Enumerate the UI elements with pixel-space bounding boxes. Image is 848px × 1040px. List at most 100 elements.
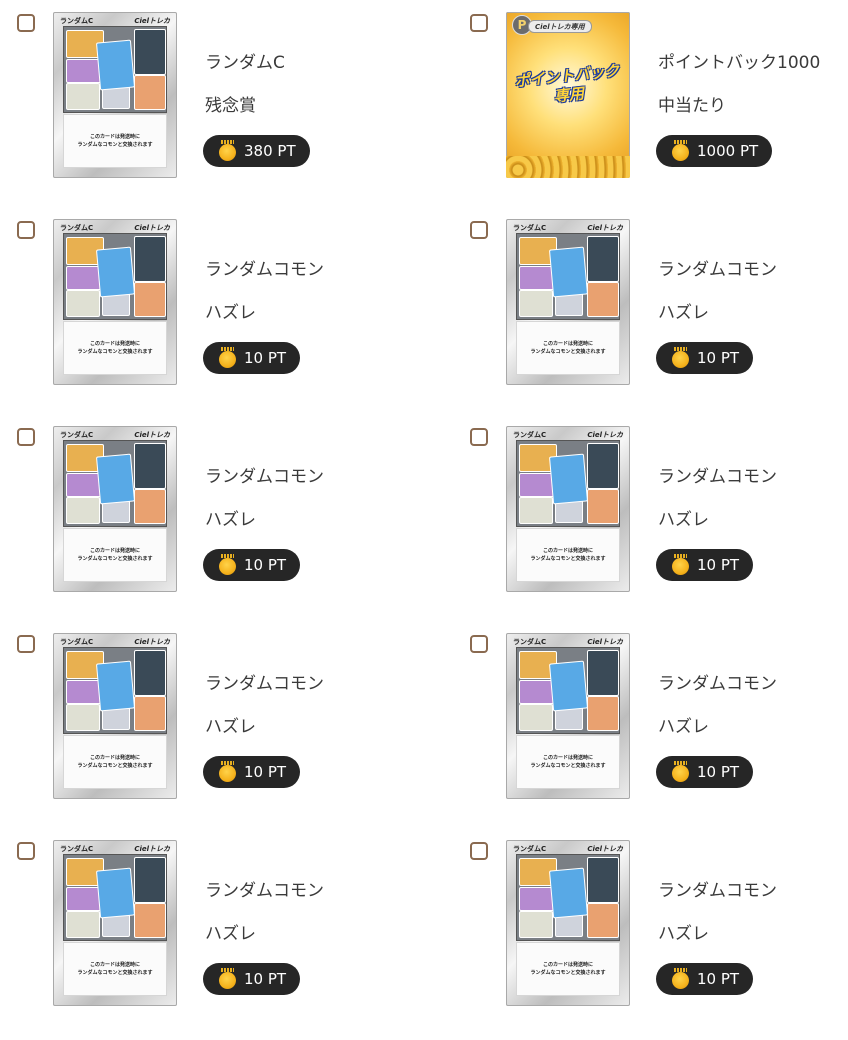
select-checkbox[interactable] <box>470 221 488 239</box>
select-checkbox[interactable] <box>470 14 488 32</box>
card-text-line: このカードは発送時に <box>542 755 593 761</box>
card-text-line: ランダムなコモンと交換されます <box>530 349 606 355</box>
points-value: 10 PT <box>697 763 740 781</box>
coin-icon <box>672 553 689 575</box>
card-header: ランダムC Cielトレカ <box>60 16 170 26</box>
prize-result: ハズレ <box>658 303 709 323</box>
prize-result: ハズレ <box>658 924 709 944</box>
card-header: ランダムC Cielトレカ <box>60 430 170 440</box>
prize-result: ハズレ <box>205 510 256 530</box>
card-header-brand: Cielトレカ <box>587 224 623 232</box>
points-badge: 10 PT <box>203 963 301 995</box>
prize-name: ランダムコモン <box>658 260 777 280</box>
prize-name: ランダムコモン <box>658 881 777 901</box>
coin-icon <box>219 760 236 782</box>
prize-item: ランダムC Cielトレカ このカードは発送時に ランダムなコモンと交換されます… <box>0 12 424 212</box>
prize-name: ランダムコモン <box>205 467 324 487</box>
coin-icon <box>672 760 689 782</box>
prize-name: ランダムコモン <box>205 881 324 901</box>
select-checkbox[interactable] <box>17 842 35 860</box>
points-value: 380 PT <box>244 142 296 160</box>
card-text-line: ランダムなコモンと交換されます <box>530 763 606 769</box>
card-description: このカードは発送時に ランダムなコモンと交換されます <box>63 528 167 582</box>
card-image-random-common[interactable]: ランダムC Cielトレカ このカードは発送時に ランダムなコモンと交換されます <box>53 633 177 799</box>
card-header-title: ランダムC <box>513 431 547 439</box>
points-value: 1000 PT <box>697 142 759 160</box>
card-header: ランダムC Cielトレカ <box>513 430 623 440</box>
card-header-brand: Cielトレカ <box>134 17 170 25</box>
card-text-line: このカードは発送時に <box>89 962 140 968</box>
prize-result: 残念賞 <box>205 96 256 116</box>
points-value: 10 PT <box>244 970 287 988</box>
prize-name: ランダムコモン <box>658 674 777 694</box>
points-badge: 10 PT <box>656 549 754 581</box>
select-checkbox[interactable] <box>470 635 488 653</box>
prize-item: ランダムC Cielトレカ このカードは発送時に ランダムなコモンと交換されます… <box>453 426 848 626</box>
card-artwork <box>516 854 620 941</box>
select-checkbox[interactable] <box>17 221 35 239</box>
card-text-line: ランダムなコモンと交換されます <box>77 763 153 769</box>
card-header-brand: Cielトレカ <box>134 431 170 439</box>
points-badge: 10 PT <box>656 342 754 374</box>
prize-result: ハズレ <box>205 303 256 323</box>
card-header-title: ランダムC <box>60 638 94 646</box>
card-artwork <box>63 26 167 113</box>
card-title: ポイントバック 専用 <box>506 61 629 111</box>
card-text-line: このカードは発送時に <box>542 962 593 968</box>
card-description: このカードは発送時に ランダムなコモンと交換されます <box>63 735 167 789</box>
points-value: 10 PT <box>697 349 740 367</box>
card-text-line: ランダムなコモンと交換されます <box>77 556 153 562</box>
card-image-random-common[interactable]: ランダムC Cielトレカ このカードは発送時に ランダムなコモンと交換されます <box>53 12 177 178</box>
prize-name: ランダムコモン <box>205 260 324 280</box>
prize-result: ハズレ <box>205 924 256 944</box>
card-text-line: このカードは発送時に <box>89 548 140 554</box>
card-header-title: ランダムC <box>513 845 547 853</box>
card-text-line: このカードは発送時に <box>542 548 593 554</box>
card-header-brand: Cielトレカ <box>587 431 623 439</box>
card-header-brand: Cielトレカ <box>134 224 170 232</box>
card-artwork <box>63 647 167 734</box>
card-text-line: ランダムなコモンと交換されます <box>77 349 153 355</box>
card-image-point-back[interactable]: P Cielトレカ専用 ポイントバック 専用 <box>506 12 630 178</box>
points-value: 10 PT <box>697 556 740 574</box>
card-header-title: ランダムC <box>513 224 547 232</box>
card-header: ランダムC Cielトレカ <box>60 223 170 233</box>
points-badge: 1000 PT <box>656 135 773 167</box>
card-header-brand: Cielトレカ専用 <box>528 20 592 33</box>
prize-result: ハズレ <box>205 717 256 737</box>
prize-item: ランダムC Cielトレカ このカードは発送時に ランダムなコモンと交換されます… <box>0 426 424 626</box>
select-checkbox[interactable] <box>17 635 35 653</box>
card-image-random-common[interactable]: ランダムC Cielトレカ このカードは発送時に ランダムなコモンと交換されます <box>506 840 630 1006</box>
card-artwork <box>516 440 620 527</box>
card-image-random-common[interactable]: ランダムC Cielトレカ このカードは発送時に ランダムなコモンと交換されます <box>53 426 177 592</box>
card-description: このカードは発送時に ランダムなコモンと交換されます <box>516 735 620 789</box>
card-header: ランダムC Cielトレカ <box>60 637 170 647</box>
card-image-random-common[interactable]: ランダムC Cielトレカ このカードは発送時に ランダムなコモンと交換されます <box>53 840 177 1006</box>
card-text-line: ランダムなコモンと交換されます <box>530 556 606 562</box>
card-artwork <box>516 647 620 734</box>
select-checkbox[interactable] <box>470 842 488 860</box>
coin-icon <box>672 346 689 368</box>
prize-grid: ランダムC Cielトレカ このカードは発送時に ランダムなコモンと交換されます… <box>0 0 848 1024</box>
prize-result: 中当たり <box>658 96 726 116</box>
card-header-brand: Cielトレカ <box>134 845 170 853</box>
coin-icon <box>672 139 689 161</box>
card-description: このカードは発送時に ランダムなコモンと交換されます <box>63 114 167 168</box>
card-header-title: ランダムC <box>60 17 94 25</box>
card-image-random-common[interactable]: ランダムC Cielトレカ このカードは発送時に ランダムなコモンと交換されます <box>506 633 630 799</box>
prize-result: ハズレ <box>658 717 709 737</box>
card-image-random-common[interactable]: ランダムC Cielトレカ このカードは発送時に ランダムなコモンと交換されます <box>53 219 177 385</box>
prize-item: ランダムC Cielトレカ このカードは発送時に ランダムなコモンと交換されます… <box>453 840 848 1040</box>
card-header-brand: Cielトレカ <box>587 845 623 853</box>
select-checkbox[interactable] <box>17 428 35 446</box>
select-checkbox[interactable] <box>17 14 35 32</box>
coins-decoration <box>506 156 630 178</box>
card-artwork <box>516 233 620 320</box>
select-checkbox[interactable] <box>470 428 488 446</box>
card-image-random-common[interactable]: ランダムC Cielトレカ このカードは発送時に ランダムなコモンと交換されます <box>506 219 630 385</box>
card-text-line: このカードは発送時に <box>89 134 140 140</box>
card-description: このカードは発送時に ランダムなコモンと交換されます <box>516 321 620 375</box>
card-header-title: ランダムC <box>513 638 547 646</box>
card-image-random-common[interactable]: ランダムC Cielトレカ このカードは発送時に ランダムなコモンと交換されます <box>506 426 630 592</box>
prize-item: ランダムC Cielトレカ このカードは発送時に ランダムなコモンと交換されます… <box>453 219 848 419</box>
